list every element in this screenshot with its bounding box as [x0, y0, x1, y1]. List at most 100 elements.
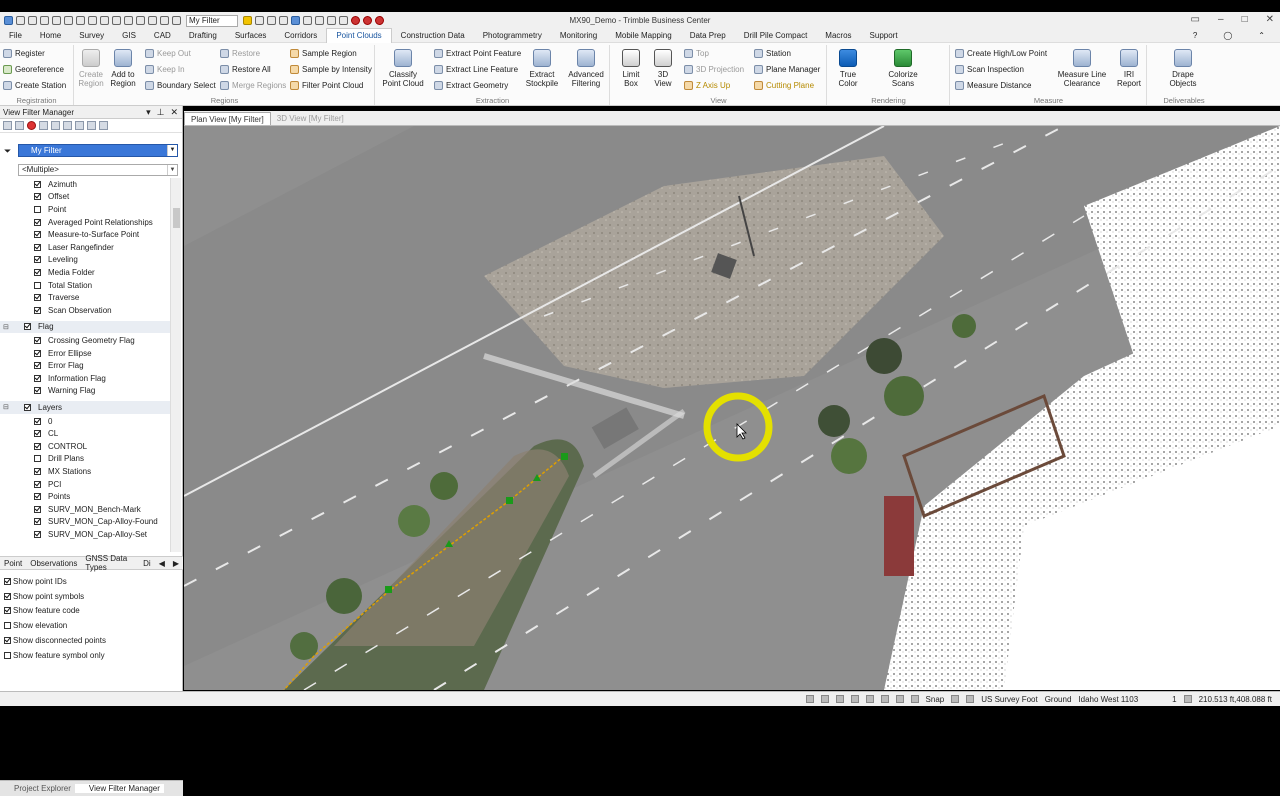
filter-item-drill-plans[interactable]: Drill Plans	[0, 453, 84, 466]
top-view-button[interactable]: Top	[684, 49, 709, 58]
status-icon-5[interactable]	[865, 695, 874, 703]
stop-icon[interactable]	[363, 16, 372, 25]
checkbox[interactable]	[34, 362, 41, 370]
tab-di[interactable]: Di	[139, 559, 155, 568]
boundary-select-button[interactable]: Boundary Select	[145, 81, 216, 90]
layer-icon[interactable]	[112, 16, 121, 25]
checkbox[interactable]	[4, 622, 11, 630]
sample-region-button[interactable]: Sample Region	[290, 49, 357, 58]
layers-icon[interactable]	[291, 16, 300, 25]
filter-select[interactable]: My Filter ▼	[18, 144, 178, 157]
panel-tab-view-filter-manager[interactable]: View Filter Manager	[74, 784, 164, 793]
layer-c-icon[interactable]	[75, 121, 84, 130]
filter-item-azimuth[interactable]: Azimuth	[0, 178, 77, 191]
checkbox[interactable]	[24, 403, 31, 411]
checkbox[interactable]	[34, 268, 41, 276]
checkbox[interactable]	[34, 493, 41, 501]
classify-button[interactable]: Classify Point Cloud	[382, 49, 424, 88]
checkbox[interactable]	[34, 455, 41, 463]
iri-report-button[interactable]: IRI Report	[1115, 49, 1143, 88]
record-icon[interactable]	[351, 16, 360, 25]
new-filter-icon[interactable]	[3, 121, 12, 130]
cutting-plane-button[interactable]: Cutting Plane	[754, 81, 814, 90]
checkbox[interactable]	[34, 205, 41, 213]
checkbox[interactable]	[34, 306, 41, 314]
checkbox[interactable]	[34, 387, 41, 395]
status-icon-7[interactable]	[895, 695, 904, 703]
group-flag[interactable]: ⊟ Flag	[0, 320, 170, 334]
checkbox[interactable]	[34, 374, 41, 382]
filter-icon[interactable]	[243, 16, 252, 25]
tab-gnss-data-types[interactable]: GNSS Data Types	[81, 554, 139, 572]
panel-close-icon[interactable]: ✕	[170, 107, 178, 118]
circle-icon[interactable]	[124, 16, 133, 25]
account-icon[interactable]: ◯	[1214, 29, 1241, 43]
layer-e-icon[interactable]	[99, 121, 108, 130]
filter-item-cl[interactable]: CL	[0, 427, 58, 440]
status-icon-3[interactable]	[835, 695, 844, 703]
checkbox[interactable]	[34, 231, 41, 239]
filter-item-averaged-point-relationships[interactable]: Averaged Point Relationships	[0, 216, 153, 229]
filter-item-control[interactable]: CONTROL	[0, 440, 87, 453]
filter-item-points[interactable]: Points	[0, 490, 70, 503]
tab-observations[interactable]: Observations	[26, 559, 81, 568]
minimize-icon[interactable]: –	[1218, 14, 1224, 25]
view-tab-plan-view-my-filter[interactable]: Plan View [My Filter]	[184, 112, 271, 125]
projection-3d-button[interactable]: 3D Projection	[684, 65, 744, 74]
filter-item-surv-mon-cap-alloy-found[interactable]: SURV_MON_Cap-Alloy-Found	[0, 516, 158, 529]
cross-icon[interactable]	[327, 16, 336, 25]
checkbox[interactable]	[34, 467, 41, 475]
collapse-icon[interactable]: ⊟	[3, 403, 9, 411]
close-icon[interactable]: ✕	[1266, 14, 1274, 25]
checkbox[interactable]	[4, 592, 11, 600]
restore-icon[interactable]: ▭	[1191, 14, 1200, 25]
checkbox[interactable]	[34, 518, 41, 526]
filter-item-information-flag[interactable]: Information Flag	[0, 372, 106, 385]
survey-point[interactable]	[561, 453, 568, 460]
filter-item-error-flag[interactable]: Error Flag	[0, 359, 84, 372]
units-label[interactable]: US Survey Foot	[981, 695, 1037, 704]
pin-icon[interactable]: ⊥	[157, 107, 165, 118]
menu-support[interactable]: Support	[861, 29, 907, 43]
checkbox[interactable]	[34, 243, 41, 251]
option-show-feature-symbol-only[interactable]: Show feature symbol only	[4, 648, 106, 663]
extract-point-feature-button[interactable]: Extract Point Feature	[434, 49, 521, 58]
extract-geometry-button[interactable]: Extract Geometry	[434, 81, 508, 90]
filter-item-pci[interactable]: PCI	[0, 478, 61, 491]
grid-icon[interactable]	[966, 695, 975, 703]
sample-by-intensity-button[interactable]: Sample by Intensity	[290, 65, 372, 74]
menu-point-clouds[interactable]: Point Clouds	[326, 28, 392, 43]
dropdown-icon[interactable]: ▾	[146, 107, 151, 118]
zone-label[interactable]: Idaho West 1103	[1078, 695, 1138, 704]
filter-item-crossing-geometry-flag[interactable]: Crossing Geometry Flag	[0, 334, 135, 347]
maximize-icon[interactable]: □	[1242, 14, 1248, 25]
scan-inspection-button[interactable]: Scan Inspection	[955, 65, 1024, 74]
filter-item-surv-mon-bench-mark[interactable]: SURV_MON_Bench-Mark	[0, 503, 141, 516]
settings-icon[interactable]	[88, 16, 97, 25]
add-to-region-button[interactable]: Add to Region	[108, 49, 138, 88]
checkbox[interactable]	[34, 294, 41, 302]
plane-manager-button[interactable]: Plane Manager	[754, 65, 820, 74]
menu-data-prep[interactable]: Data Prep	[681, 29, 735, 43]
filter-item-point[interactable]: Point	[0, 203, 66, 216]
checkbox[interactable]	[4, 577, 11, 585]
drape-objects-button[interactable]: Drape Objects	[1168, 49, 1198, 88]
snap-toggle[interactable]: Snap	[926, 695, 945, 704]
menu-construction-data[interactable]: Construction Data	[392, 29, 474, 43]
filter-item-traverse[interactable]: Traverse	[0, 291, 79, 304]
menu-mobile-mapping[interactable]: Mobile Mapping	[606, 29, 680, 43]
option-show-disconnected-points[interactable]: Show disconnected points	[4, 633, 106, 648]
menu-home[interactable]: Home	[31, 29, 70, 43]
measure-icon[interactable]	[303, 16, 312, 25]
tab-point[interactable]: Point	[0, 559, 26, 568]
limit-box-button[interactable]: Limit Box	[619, 49, 643, 88]
checkbox[interactable]	[34, 442, 41, 450]
checkbox[interactable]	[34, 193, 41, 201]
status-icon-2[interactable]	[820, 695, 829, 703]
panel-tab-project-explorer[interactable]: Project Explorer	[0, 784, 75, 793]
status-icon-8[interactable]	[910, 695, 919, 703]
checkbox[interactable]	[34, 336, 41, 344]
survey-point[interactable]	[385, 586, 392, 593]
checkbox[interactable]	[34, 480, 41, 488]
z-axis-up-button[interactable]: Z Axis Up	[684, 81, 730, 90]
